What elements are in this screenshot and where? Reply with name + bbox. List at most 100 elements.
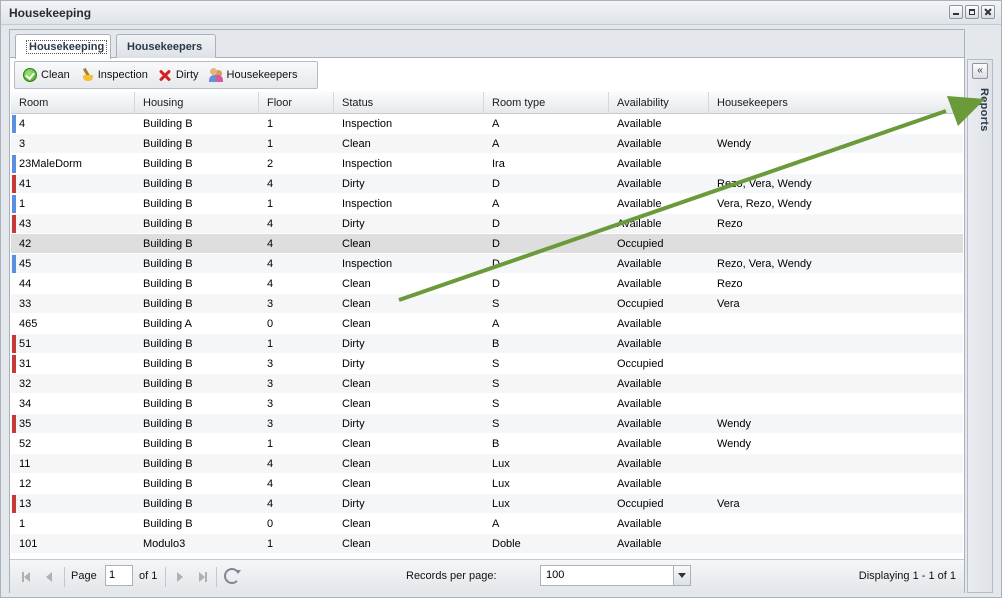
last-page-icon[interactable] [194, 569, 210, 585]
inspection-button[interactable]: Inspection [76, 64, 154, 86]
records-per-page-select[interactable]: 100 [540, 565, 691, 586]
cell-room-type: Doble [492, 538, 521, 550]
table-row[interactable]: 43 Building B 4 Dirty D Available Rezo [11, 214, 963, 234]
clean-button[interactable]: Clean [19, 64, 76, 86]
cell-availability: Available [617, 438, 662, 450]
table-row[interactable]: 11 Building B 4 Clean Lux Available [11, 454, 963, 474]
page-number-input[interactable]: 1 [105, 565, 133, 586]
column-header-availability[interactable]: Availability [609, 92, 709, 114]
cell-status: Inspection [342, 258, 393, 270]
refresh-icon[interactable] [224, 568, 241, 584]
cell-status: Clean [342, 378, 371, 390]
cell-housing: Building B [143, 378, 193, 390]
cell-room-type: A [492, 118, 500, 130]
window-titlebar[interactable]: Housekeeping [1, 1, 1001, 25]
expand-panel-icon[interactable]: « [972, 63, 988, 79]
table-row[interactable]: 465 Building A 0 Clean A Available [11, 314, 963, 334]
cell-room: 35 [19, 418, 32, 430]
cell-status: Dirty [342, 418, 365, 430]
cell-room-type: Ira [492, 158, 505, 170]
housekeepers-button[interactable]: Housekeepers [205, 64, 304, 86]
cell-floor: 4 [267, 278, 274, 290]
maximize-icon[interactable] [965, 5, 979, 19]
tab-housekeeping[interactable]: Housekeeping [15, 34, 111, 59]
previous-page-icon[interactable] [40, 569, 56, 585]
cell-housekeepers: Vera [717, 498, 740, 510]
minimize-icon[interactable] [949, 5, 963, 19]
table-row[interactable]: 4 Building B 1 Inspection A Available [11, 114, 963, 134]
cell-availability: Occupied [617, 358, 664, 370]
dirty-button-label: Dirty [175, 69, 199, 81]
cell-floor: 3 [267, 418, 274, 430]
status-toolbar: Clean Inspection Dirty Housekeepers [14, 61, 318, 89]
chevron-down-icon[interactable] [673, 566, 690, 585]
table-row[interactable]: 44 Building B 4 Clean D Available Rezo [11, 274, 963, 294]
tab-housekeeping-label: Housekeeping [26, 40, 108, 54]
first-page-icon[interactable] [18, 569, 34, 585]
pager-separator [64, 567, 65, 587]
table-row[interactable]: 1 Building B 0 Clean A Available [11, 514, 963, 534]
cell-room: 4 [19, 118, 26, 130]
cell-status: Clean [342, 438, 371, 450]
column-header-status[interactable]: Status [334, 92, 484, 114]
tab-housekeepers[interactable]: Housekeepers [116, 34, 216, 58]
cell-availability: Available [617, 198, 662, 210]
cell-status: Clean [342, 478, 371, 490]
cell-room-type: D [492, 278, 500, 290]
cell-housekeepers: Wendy [717, 418, 752, 430]
table-row[interactable]: 52 Building B 1 Clean B Available Wendy [11, 434, 963, 454]
column-header-floor[interactable]: Floor [259, 92, 334, 114]
cell-housing: Building B [143, 138, 193, 150]
column-header-room-type[interactable]: Room type [484, 92, 609, 114]
cell-housekeepers: Wendy [717, 138, 752, 150]
cell-room-type: S [492, 418, 500, 430]
dirty-button[interactable]: Dirty [154, 64, 205, 86]
dirty-marker [12, 415, 16, 433]
cell-housekeepers [709, 354, 963, 373]
cell-floor: 1 [267, 138, 274, 150]
cell-housekeepers [709, 374, 963, 393]
table-row[interactable]: 101 Modulo3 1 Clean Doble Available [11, 534, 963, 554]
cell-housing: Building B [143, 398, 193, 410]
cell-room-type: D [492, 238, 500, 250]
cell-availability: Available [617, 378, 662, 390]
table-row[interactable]: 34 Building B 3 Clean S Available [11, 394, 963, 414]
next-page-icon[interactable] [172, 569, 188, 585]
inspection-marker [12, 255, 16, 273]
table-row[interactable]: 13 Building B 4 Dirty Lux Occupied Vera [11, 494, 963, 514]
column-header-housekeepers[interactable]: Housekeepers [709, 92, 963, 114]
cell-availability: Available [617, 458, 662, 470]
cell-housing: Building B [143, 438, 193, 450]
table-row[interactable]: 23MaleDorm Building B 2 Inspection Ira Availa… [11, 154, 963, 174]
page-label: Page [71, 570, 97, 582]
column-header-room[interactable]: Room [11, 92, 135, 114]
cell-floor: 1 [267, 198, 274, 210]
cell-housing: Building B [143, 338, 193, 350]
column-header-housing[interactable]: Housing [135, 92, 259, 114]
cell-housekeepers [709, 394, 963, 413]
cell-housing: Building B [143, 498, 193, 510]
cell-housing: Building B [143, 118, 193, 130]
table-row[interactable]: 51 Building B 1 Dirty B Available [11, 334, 963, 354]
tab-housekeepers-label: Housekeepers [127, 41, 203, 53]
table-row[interactable]: 31 Building B 3 Dirty S Occupied [11, 354, 963, 374]
table-row[interactable]: 32 Building B 3 Clean S Available [11, 374, 963, 394]
cell-room-type: B [492, 338, 500, 350]
cell-availability: Available [617, 318, 662, 330]
table-row[interactable]: 3 Building B 1 Clean A Available Wendy [11, 134, 963, 154]
table-row[interactable]: 42 Building B 4 Clean D Occupied [11, 234, 963, 254]
cell-availability: Available [617, 158, 662, 170]
grid-header: Room Housing Floor Status Room type Avai… [11, 92, 963, 114]
cell-room-type: A [492, 138, 500, 150]
cell-room-type: A [492, 318, 500, 330]
table-row[interactable]: 41 Building B 4 Dirty D Available Rezo, Vera, … [11, 174, 963, 194]
cell-status: Inspection [342, 118, 393, 130]
cell-housekeepers [709, 314, 963, 333]
close-icon[interactable] [981, 5, 995, 19]
table-row[interactable]: 35 Building B 3 Dirty S Available Wendy [11, 414, 963, 434]
reports-side-panel[interactable]: « Reports [967, 59, 993, 593]
table-row[interactable]: 45 Building B 4 Inspection D Available Rezo, V… [11, 254, 963, 274]
table-row[interactable]: 33 Building B 3 Clean S Occupied Vera [11, 294, 963, 314]
table-row[interactable]: 12 Building B 4 Clean Lux Available [11, 474, 963, 494]
table-row[interactable]: 1 Building B 1 Inspection A Available Vera, Re… [11, 194, 963, 214]
